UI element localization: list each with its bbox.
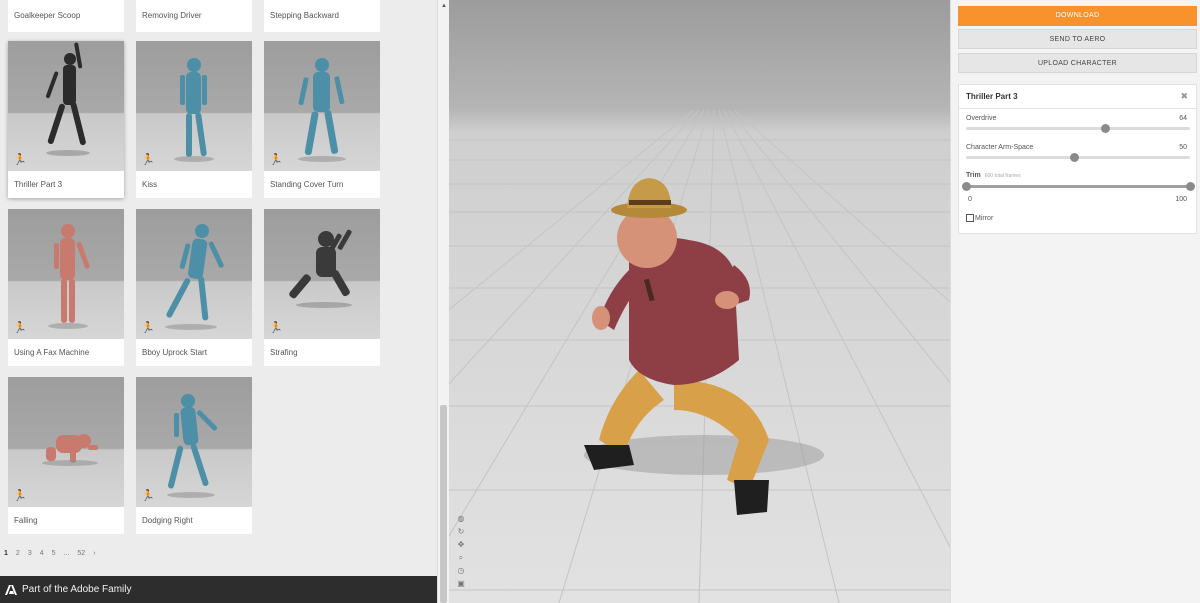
- clock-icon[interactable]: ◷: [456, 566, 466, 576]
- close-icon[interactable]: ✖: [1180, 91, 1188, 102]
- page-link-1[interactable]: 1: [4, 550, 8, 557]
- character-figure-icon: [167, 394, 218, 498]
- page-link-4[interactable]: 4: [40, 550, 44, 557]
- animation-card-label: Standing Cover Turn: [270, 180, 344, 189]
- character-figure-icon: [42, 434, 98, 466]
- running-figure-icon: 🏃: [141, 322, 155, 334]
- animation-card-using-a-fax-machine[interactable]: 🏃 Using A Fax Machine: [8, 209, 124, 366]
- animation-card-standing-cover-turn[interactable]: 🏃 Standing Cover Turn: [264, 41, 380, 198]
- character-figure-icon: [289, 229, 352, 308]
- animation-library: Goalkeeper Scoop Removing Driver Steppin…: [0, 0, 449, 603]
- character-figure-icon: [45, 42, 90, 156]
- animation-thumbnail: 🏃: [8, 209, 124, 339]
- trim-row: Trim 600 total frames: [966, 172, 1021, 179]
- animation-thumbnail: 🏃: [264, 41, 380, 171]
- next-page-icon[interactable]: ›: [93, 550, 95, 557]
- adobe-logo-icon: [5, 584, 17, 595]
- animation-card-kiss[interactable]: 🏃 Kiss: [136, 41, 252, 198]
- running-figure-icon: 🏃: [269, 154, 283, 166]
- animation-card-label: Falling: [14, 516, 38, 525]
- animation-card-dodging-right[interactable]: 🏃 Dodging Right: [136, 377, 252, 534]
- animation-thumbnail: 🏃: [8, 377, 124, 507]
- right-panel: DOWNLOAD SEND TO AERO UPLOAD CHARACTER T…: [950, 0, 1200, 603]
- app-root: Goalkeeper Scoop Removing Driver Steppin…: [0, 0, 1200, 603]
- globe-icon[interactable]: ◍: [456, 514, 466, 524]
- overdrive-value: 64: [1179, 115, 1187, 122]
- animation-card-label: Bboy Uprock Start: [142, 348, 207, 357]
- animation-card-thriller-part-3[interactable]: 🏃 Thriller Part 3: [8, 41, 124, 198]
- page-link-52[interactable]: 52: [77, 550, 85, 557]
- animation-thumbnail: 🏃: [136, 377, 252, 507]
- animation-card[interactable]: Goalkeeper Scoop: [8, 0, 124, 32]
- animation-settings-panel: Thriller Part 3 ✖ Overdrive 64 Character…: [958, 84, 1197, 234]
- move-icon[interactable]: ✥: [456, 540, 466, 550]
- arm-space-slider[interactable]: [966, 153, 1190, 162]
- animation-card[interactable]: Removing Driver: [136, 0, 252, 32]
- trim-end-handle[interactable]: [1186, 182, 1195, 191]
- pagination: 1 2 3 4 5 ... 52 ›: [0, 546, 100, 560]
- trim-min-value: 0: [968, 196, 972, 203]
- mirror-label: Mirror: [975, 215, 994, 222]
- running-figure-icon: 🏃: [269, 322, 283, 334]
- divider: [959, 108, 1196, 109]
- character-figure-icon: [174, 58, 214, 162]
- mirror-checkbox[interactable]: [966, 214, 974, 222]
- animation-card[interactable]: Stepping Backward: [264, 0, 380, 32]
- trim-start-handle[interactable]: [962, 182, 971, 191]
- page-link-3[interactable]: 3: [28, 550, 32, 557]
- arm-space-label: Character Arm-Space: [966, 144, 1034, 151]
- rotate-icon[interactable]: ↻: [456, 527, 466, 537]
- viewport-scene: [449, 109, 950, 603]
- trim-range-slider[interactable]: [962, 182, 1195, 191]
- animation-thumbnail: 🏃: [264, 209, 380, 339]
- scrollbar-thumb[interactable]: [440, 405, 447, 603]
- trim-max-value: 100: [1175, 196, 1187, 203]
- overdrive-label: Overdrive: [966, 115, 997, 122]
- animation-thumbnail: 🏃: [136, 41, 252, 171]
- viewport-toolbar: ◍ ↻ ✥ ⌕ ◷ ▣: [455, 514, 467, 592]
- page-link-5[interactable]: 5: [52, 550, 56, 557]
- trim-label: Trim: [966, 172, 981, 179]
- animation-card-strafing[interactable]: 🏃 Strafing: [264, 209, 380, 366]
- camera-icon[interactable]: ▣: [456, 579, 466, 589]
- animation-card-label: Stepping Backward: [270, 11, 339, 20]
- overdrive-slider-handle[interactable]: [1100, 124, 1110, 133]
- character-figure-icon: [298, 58, 346, 162]
- page-link-2[interactable]: 2: [16, 550, 20, 557]
- running-figure-icon: 🏃: [13, 322, 27, 334]
- running-figure-icon: 🏃: [13, 154, 27, 166]
- footer-text: Part of the Adobe Family: [22, 584, 132, 595]
- animation-card-label: Using A Fax Machine: [14, 348, 90, 357]
- animation-card-label: Thriller Part 3: [14, 180, 63, 189]
- page-ellipsis: ...: [63, 549, 70, 557]
- upload-character-button[interactable]: UPLOAD CHARACTER: [958, 53, 1197, 73]
- arm-space-slider-handle[interactable]: [1069, 153, 1079, 162]
- running-figure-icon: 🏃: [13, 490, 27, 502]
- animation-card-falling[interactable]: 🏃 Falling: [8, 377, 124, 534]
- arm-space-value: 50: [1179, 144, 1187, 151]
- animation-card-label: Strafing: [270, 348, 298, 357]
- overdrive-slider[interactable]: [966, 124, 1190, 133]
- trim-total-frames: 600 total frames: [984, 173, 1021, 179]
- animation-card-bboy-uprock-start[interactable]: 🏃 Bboy Uprock Start: [136, 209, 252, 366]
- animation-card-label: Kiss: [142, 180, 158, 189]
- settings-title: Thriller Part 3: [966, 92, 1018, 101]
- character-viewport[interactable]: ◍ ↻ ✥ ⌕ ◷ ▣: [449, 0, 950, 603]
- zoom-icon[interactable]: ⌕: [456, 553, 466, 563]
- character-figure-icon: [165, 224, 224, 330]
- send-to-aero-button[interactable]: SEND TO AERO: [958, 29, 1197, 49]
- running-figure-icon: 🏃: [141, 154, 155, 166]
- adobe-footer: Part of the Adobe Family: [0, 576, 437, 603]
- scroll-up-icon[interactable]: ▲: [441, 3, 447, 9]
- animation-card-label: Removing Driver: [142, 11, 202, 20]
- character-figure-icon: [48, 224, 90, 329]
- animation-card-label: Dodging Right: [142, 516, 193, 525]
- running-figure-icon: 🏃: [141, 490, 155, 502]
- animation-thumbnail: 🏃: [136, 209, 252, 339]
- animation-thumbnail: 🏃: [8, 41, 124, 171]
- animation-card-label: Goalkeeper Scoop: [14, 11, 81, 20]
- library-scrollbar[interactable]: ▲: [437, 0, 449, 603]
- download-button[interactable]: DOWNLOAD: [958, 6, 1197, 26]
